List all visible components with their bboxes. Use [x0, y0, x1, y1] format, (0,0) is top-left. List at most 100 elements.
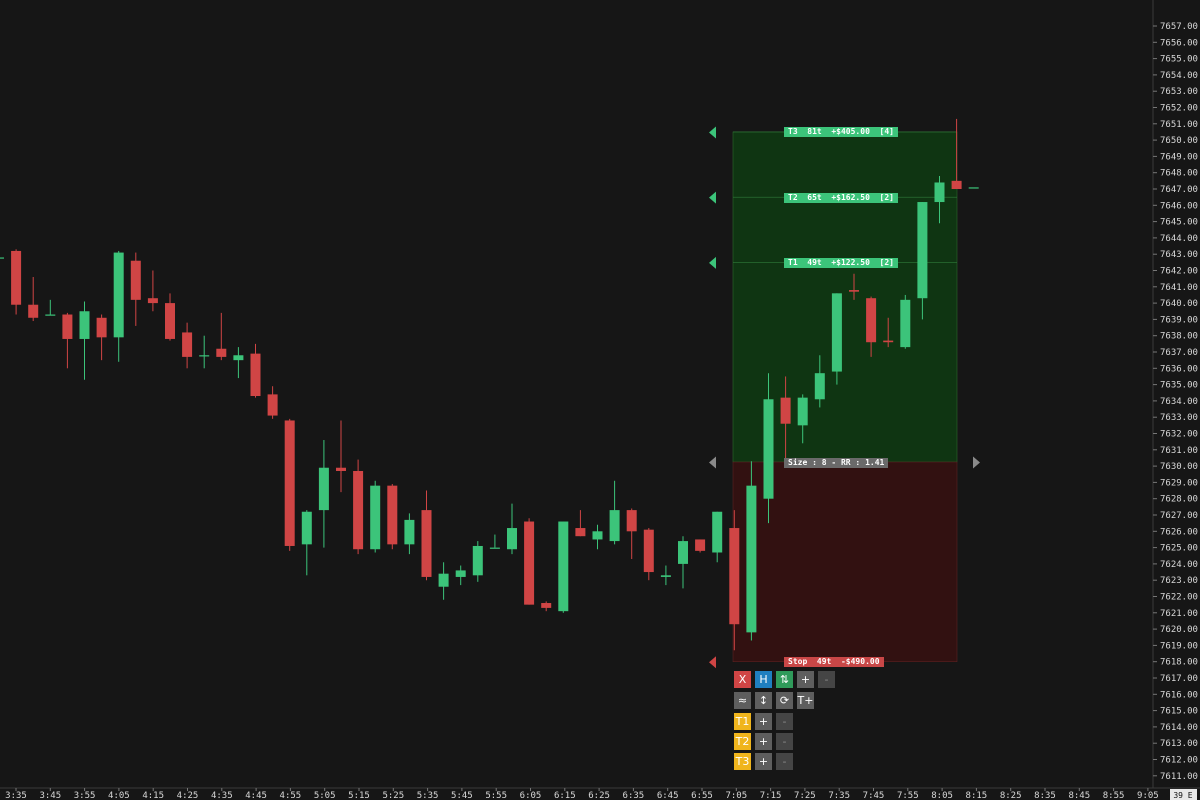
price-tick-label: 7612.00	[1160, 756, 1198, 766]
price-tick-label: 7633.00	[1160, 413, 1198, 423]
candle-body	[968, 187, 979, 189]
candle-body	[695, 539, 706, 551]
candle-body	[866, 298, 877, 343]
target-label-t3[interactable]: T3 81t +$405.00 [4]	[784, 127, 898, 138]
target-label-t1[interactable]: T1 49t +$122.50 [2]	[784, 257, 898, 268]
t2-plus-button[interactable]: +	[755, 733, 772, 750]
candle-body	[199, 355, 210, 357]
t3-minus-button[interactable]: -	[776, 753, 793, 770]
time-tick-label: 6:25	[588, 791, 610, 800]
price-tick-label: 7623.00	[1160, 576, 1198, 586]
size-plus-button[interactable]: +	[797, 671, 814, 688]
price-tick-label: 7654.00	[1160, 71, 1198, 81]
price-tick-label: 7634.00	[1160, 397, 1198, 407]
price-tick-label: 7613.00	[1160, 739, 1198, 749]
price-tick-label: 7611.00	[1160, 772, 1198, 782]
candle-body	[746, 485, 757, 633]
time-tick-label: 4:05	[108, 791, 130, 800]
candle-body	[438, 573, 449, 587]
target-handle-marker[interactable]	[709, 256, 716, 269]
target-handle-marker[interactable]	[709, 126, 716, 139]
price-tick-label: 7656.00	[1160, 38, 1198, 48]
time-tick-label: 7:35	[828, 791, 850, 800]
candle-body	[678, 541, 688, 564]
candle-body	[404, 519, 415, 545]
candle-body	[780, 397, 791, 424]
candle-body	[489, 547, 500, 549]
t1-minus-button[interactable]: -	[776, 713, 793, 730]
t3-button[interactable]: T3	[734, 753, 751, 770]
price-tick-label: 7657.00	[1160, 22, 1198, 32]
time-tick-label: 4:55	[280, 791, 302, 800]
candle-body	[900, 299, 911, 348]
candle-body	[147, 298, 158, 304]
refresh-button[interactable]: ⟳	[776, 692, 793, 709]
candle-body	[831, 293, 842, 372]
price-tick-label: 7653.00	[1160, 87, 1198, 97]
candle-body	[660, 575, 671, 577]
stop-label[interactable]: Stop 49t -$490.00	[784, 657, 884, 668]
vertical-move-button[interactable]: ↕	[755, 692, 772, 709]
price-chart[interactable]: 7657.00 7656.00 7655.00 7654.00 7653.00 7652.…	[0, 0, 1200, 800]
price-tick-label: 7621.00	[1160, 609, 1198, 619]
t1-button[interactable]: T1	[734, 713, 751, 730]
size-rr-label[interactable]: Size : 8 - RR : 1.41	[784, 457, 889, 468]
entry-handle-left[interactable]	[709, 456, 716, 469]
candle-body	[11, 250, 22, 305]
add-target-button[interactable]: T+	[797, 692, 814, 709]
price-tick-label: 7652.00	[1160, 104, 1198, 114]
corner-label: 39 E	[1173, 791, 1192, 800]
candle-body	[541, 603, 552, 608]
candle-body	[182, 332, 193, 357]
target-label-t2[interactable]: T2 65t +$162.50 [2]	[784, 192, 898, 203]
price-tick-label: 7636.00	[1160, 364, 1198, 374]
t2-minus-button[interactable]: -	[776, 733, 793, 750]
time-tick-label: 7:05	[725, 791, 747, 800]
time-tick-label: 8:25	[1000, 791, 1022, 800]
candle-body	[45, 314, 56, 316]
time-tick-label: 8:05	[931, 791, 953, 800]
time-tick-label: 9:05	[1137, 791, 1159, 800]
t3-plus-button[interactable]: +	[755, 753, 772, 770]
price-tick-label: 7642.00	[1160, 267, 1198, 277]
price-tick-label: 7632.00	[1160, 430, 1198, 440]
candle-body	[62, 314, 73, 339]
time-tick-label: 8:35	[1034, 791, 1056, 800]
reverse-button[interactable]: ⇅	[776, 671, 793, 688]
candle-body	[267, 394, 278, 416]
time-tick-label: 5:45	[451, 791, 473, 800]
t2-button[interactable]: T2	[734, 733, 751, 750]
time-tick-label: 4:35	[211, 791, 233, 800]
candle-body	[524, 521, 535, 605]
price-tick-label: 7614.00	[1160, 723, 1198, 733]
hold-button[interactable]: H	[755, 671, 772, 688]
time-tick-label: 5:05	[314, 791, 336, 800]
time-tick-label: 6:35	[623, 791, 645, 800]
candle-body	[626, 510, 637, 532]
t1-plus-button[interactable]: +	[755, 713, 772, 730]
approx-button[interactable]: ≈	[734, 692, 751, 709]
time-tick-label: 8:55	[1103, 791, 1125, 800]
candle-body	[370, 485, 381, 550]
price-tick-label: 7647.00	[1160, 185, 1198, 195]
price-tick-label: 7645.00	[1160, 218, 1198, 228]
stop-handle-marker[interactable]	[709, 656, 716, 669]
entry-handle-right[interactable]	[973, 456, 980, 469]
candle-body	[575, 528, 586, 537]
price-tick-label: 7629.00	[1160, 478, 1198, 488]
price-tick-label: 7643.00	[1160, 250, 1198, 260]
candle-body	[849, 290, 859, 292]
price-tick-label: 7638.00	[1160, 332, 1198, 342]
time-tick-label: 3:55	[74, 791, 96, 800]
price-tick-label: 7619.00	[1160, 641, 1198, 651]
size-minus-button[interactable]: -	[818, 671, 835, 688]
time-tick-label: 6:15	[554, 791, 576, 800]
candle-body	[797, 397, 808, 426]
price-tick-label: 7635.00	[1160, 381, 1198, 391]
price-tick-label: 7648.00	[1160, 169, 1198, 179]
price-tick-label: 7639.00	[1160, 315, 1198, 325]
time-tick-label: 5:25	[382, 791, 404, 800]
close-trade-button[interactable]: X	[734, 671, 751, 688]
price-tick-label: 7622.00	[1160, 593, 1198, 603]
target-handle-marker[interactable]	[709, 191, 716, 204]
